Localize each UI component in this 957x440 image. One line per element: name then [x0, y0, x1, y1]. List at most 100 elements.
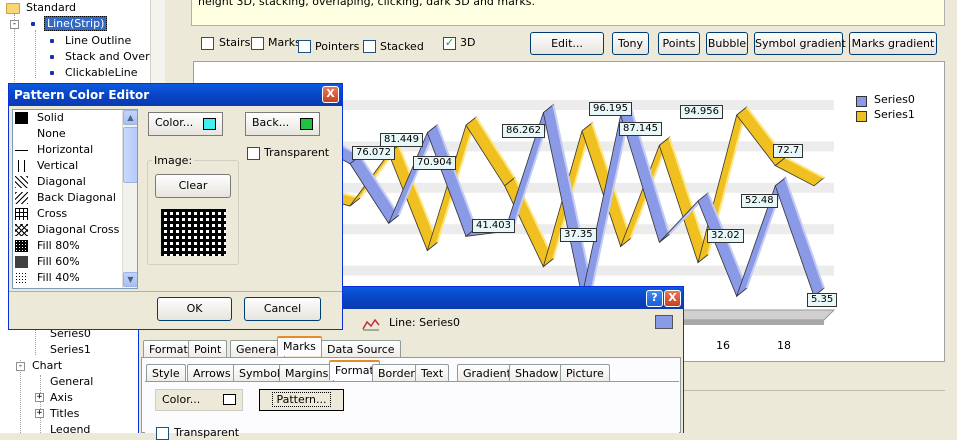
subtab-text[interactable]: Text	[415, 364, 450, 382]
tab-format[interactable]: Format	[143, 340, 194, 358]
pattern-swatch-icon	[15, 176, 28, 188]
pattern-swatch-icon	[15, 224, 28, 236]
ok-button[interactable]: OK	[157, 297, 232, 321]
tab-data-source[interactable]: Data Source	[321, 340, 401, 358]
tree-item-series1[interactable]: Series1	[50, 342, 91, 358]
series-color-swatch[interactable]	[655, 315, 673, 329]
tab-marks[interactable]: Marks	[277, 336, 322, 356]
scroll-thumb[interactable]	[123, 127, 137, 183]
collapse-icon[interactable]: -	[10, 20, 19, 29]
bullet-icon	[50, 71, 54, 75]
pattern-editor-titlebar[interactable]: Pattern Color Editor	[9, 84, 342, 106]
pattern-button[interactable]: Pattern...	[259, 389, 344, 411]
pattern-item-label: Fill 60%	[37, 255, 80, 268]
marks-color-button[interactable]: Color...	[155, 389, 243, 411]
subtab-picture[interactable]: Picture	[560, 364, 610, 382]
marks-gradient-button[interactable]: Marks gradient	[849, 32, 937, 55]
scroll-down-icon[interactable]: ▼	[123, 272, 137, 287]
pointers-checkbox[interactable]	[298, 40, 311, 53]
tree-item-line-strip[interactable]: Line(Strip)	[44, 16, 108, 32]
tree-item-axis[interactable]: Axis	[50, 390, 73, 406]
stairs-checkbox[interactable]	[201, 37, 214, 50]
data-label: 87.145	[619, 122, 662, 136]
expand-icon[interactable]: +	[35, 393, 44, 402]
tree-item-legend[interactable]: Legend	[50, 422, 90, 433]
data-label: 37.35	[560, 228, 597, 242]
bullet-icon	[50, 39, 54, 43]
pattern-back-label: Back...	[252, 116, 290, 129]
pattern-color-swatch	[203, 118, 216, 130]
pattern-transparent-checkbox[interactable]	[247, 147, 260, 160]
pattern-color-editor-window[interactable]: Pattern Color Editor X Solid None Horizont…	[8, 83, 343, 330]
tree-item-general[interactable]: General	[50, 374, 93, 390]
tree-item-line-outline[interactable]: Line Outline	[65, 33, 131, 49]
scroll-up-icon[interactable]: ▲	[123, 110, 137, 125]
cancel-button[interactable]: Cancel	[244, 297, 321, 321]
pattern-item-label: Fill 40%	[37, 271, 80, 284]
stacked-checkbox[interactable]	[363, 40, 376, 53]
subtab-shadow[interactable]: Shadow	[509, 364, 565, 382]
pattern-swatch-icon	[15, 150, 28, 151]
description-panel: height 3D, stacking, overlaping, clickin…	[191, 0, 945, 26]
subtab-arrows[interactable]: Arrows	[187, 364, 237, 382]
data-label: 72.7	[773, 144, 804, 158]
pattern-back-button[interactable]: Back...	[245, 112, 320, 136]
subtab-margins[interactable]: Margins	[279, 364, 335, 382]
tree-item-titles[interactable]: Titles	[50, 406, 79, 422]
pattern-color-label: Color...	[155, 116, 194, 129]
legend-series1: Series1	[874, 108, 915, 121]
subtab-gradient[interactable]: Gradient	[457, 364, 517, 382]
x-tick-label: 18	[777, 339, 791, 352]
pattern-item-label: Solid	[37, 111, 64, 124]
pattern-item-label: Diagonal	[37, 175, 86, 188]
pattern-preview-image	[161, 209, 226, 256]
pattern-swatch-icon	[15, 240, 28, 252]
tree-item-chart[interactable]: Chart	[32, 358, 62, 374]
description-text: height 3D, stacking, overlaping, clickin…	[198, 0, 535, 8]
marks-checkbox[interactable]	[251, 37, 264, 50]
close-icon[interactable]: X	[664, 290, 681, 307]
pointers-label: Pointers	[315, 40, 360, 53]
pattern-list[interactable]: Solid None Horizontal Vertical Diagonal Back …	[12, 109, 138, 289]
tree-item-clickable-line[interactable]: ClickableLine	[65, 65, 138, 81]
pattern-item-label: Back Diagonal	[37, 191, 116, 204]
stacked-label: Stacked	[380, 40, 424, 53]
data-label: 76.072	[352, 146, 395, 160]
stairs-label: Stairs	[219, 36, 251, 49]
pattern-swatch-icon	[15, 112, 28, 124]
subtab-style[interactable]: Style	[146, 364, 186, 382]
selected-tree-label[interactable]: Line(Strip)	[44, 16, 108, 31]
pattern-swatch-icon	[15, 272, 28, 284]
pattern-color-button[interactable]: Color...	[148, 112, 223, 136]
clear-button[interactable]: Clear	[155, 174, 231, 198]
image-group-label: Image:	[152, 154, 195, 167]
collapse-icon[interactable]: -	[16, 362, 25, 371]
marks-color-label: Color...	[162, 393, 201, 406]
legend-swatch-series1	[856, 111, 867, 122]
bubble-button[interactable]: Bubble	[706, 32, 748, 55]
bullet-icon	[31, 22, 35, 26]
tree-item-standard[interactable]: Standard	[26, 0, 76, 16]
points-button[interactable]: Points	[658, 32, 700, 55]
data-label: 52.48	[741, 194, 778, 208]
pattern-item-label: Vertical	[37, 159, 79, 172]
pattern-item-label: Diagonal Cross	[37, 223, 120, 236]
edit-button[interactable]: Edit...	[530, 32, 604, 55]
marks-transparent-checkbox[interactable]	[156, 427, 169, 440]
tab-point[interactable]: Point	[188, 340, 228, 358]
expand-icon[interactable]: +	[35, 409, 44, 418]
help-icon[interactable]: ?	[646, 290, 663, 307]
close-icon[interactable]: X	[322, 86, 339, 103]
subtab-border[interactable]: Border	[372, 364, 421, 382]
data-label: 5.35	[807, 293, 838, 307]
series-segment-top	[668, 137, 709, 255]
tony-button[interactable]: Tony	[612, 32, 649, 55]
3d-checkbox[interactable]: ✓	[443, 37, 456, 50]
pattern-button-label: Pattern...	[272, 392, 331, 407]
pattern-back-swatch	[300, 118, 313, 130]
pattern-swatch-icon	[15, 208, 28, 220]
x-tick-label: 16	[716, 339, 730, 352]
pattern-list-scrollbar[interactable]: ▲ ▼	[122, 110, 137, 288]
data-label: 70.904	[413, 156, 456, 170]
symbol-gradient-button[interactable]: Symbol gradient	[754, 32, 846, 55]
